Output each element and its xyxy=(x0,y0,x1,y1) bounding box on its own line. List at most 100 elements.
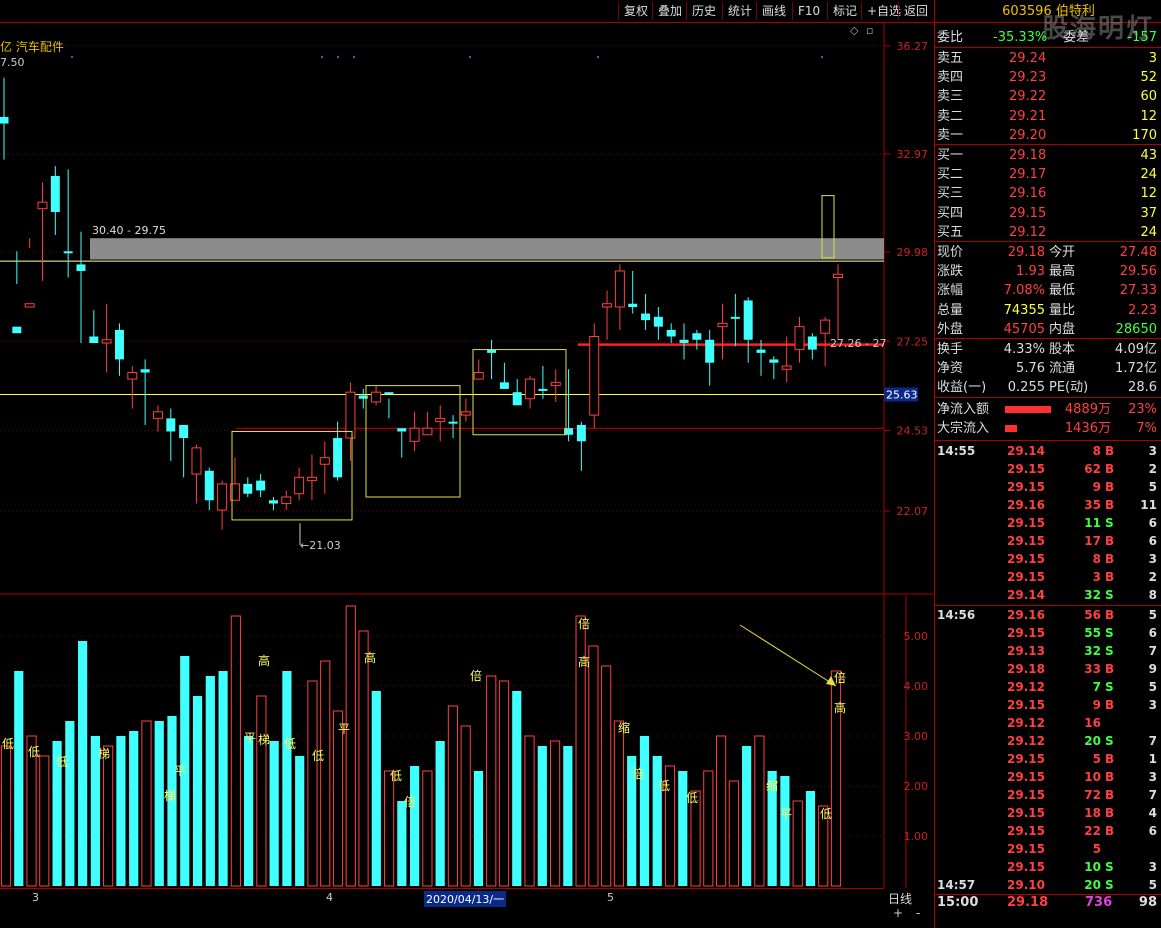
tick-volume: 56 xyxy=(1084,608,1101,622)
candle-body xyxy=(512,392,522,406)
current-price-tag: 25.63 xyxy=(886,388,918,401)
tick-row: 29.15 10 B 3 xyxy=(937,768,1159,786)
flow-bar xyxy=(1005,425,1017,433)
quote-label: 量比 xyxy=(1049,302,1076,318)
quote-label: 内盘 xyxy=(1049,321,1076,337)
bid-price: 29.12 xyxy=(1009,224,1047,240)
period-label[interactable]: 日线 xyxy=(888,890,912,907)
volume-bar xyxy=(780,776,790,886)
bid-label: 买五 xyxy=(937,224,964,240)
volume-bar xyxy=(690,790,701,887)
bid-volume: 43 xyxy=(1140,148,1157,163)
tick-side: B xyxy=(1105,770,1115,784)
volume-bar xyxy=(742,746,752,886)
volume-signal-label: 平 xyxy=(780,807,792,821)
bid-volume: 24 xyxy=(1140,167,1157,183)
tick-count: 3 xyxy=(1148,770,1157,784)
tick-time: 14:57 xyxy=(937,878,976,892)
tick-count: 3 xyxy=(1148,698,1157,712)
candle-body xyxy=(0,117,9,124)
volume-bar xyxy=(371,691,381,886)
tick-row-final: 15:00 29.18 736 98 xyxy=(937,894,1159,912)
volume-bar xyxy=(383,770,395,887)
volume-signal-label: 倍 xyxy=(404,794,416,809)
signal-dot xyxy=(353,56,355,58)
tick-side: S xyxy=(1105,516,1114,530)
tick-side: B xyxy=(1105,552,1115,566)
tick-side: B xyxy=(1105,608,1115,622)
mark-button[interactable]: 标记 xyxy=(827,2,862,20)
back-button[interactable]: 返回 xyxy=(898,2,933,20)
tick-row: 29.15 8 B 3 xyxy=(937,550,1159,568)
signal-dot xyxy=(71,56,73,58)
tick-price: 29.15 xyxy=(1007,552,1045,566)
volume-tick-label: 2.00 xyxy=(904,780,929,793)
tick-price: 29.15 xyxy=(1007,752,1045,766)
bid-price: 29.16 xyxy=(1009,186,1047,202)
tick-side: B xyxy=(1105,570,1115,584)
volume-bar xyxy=(0,745,12,887)
volume-signal-label: 低 xyxy=(686,791,698,805)
candle-body xyxy=(306,476,317,482)
volume-bar xyxy=(447,705,459,887)
tick-count: 5 xyxy=(1148,480,1157,494)
volume-bar xyxy=(512,691,522,886)
resistance-zone xyxy=(90,238,884,260)
overlay-button[interactable]: 叠加 xyxy=(652,2,687,20)
stats-button[interactable]: 统计 xyxy=(722,2,757,20)
bid-row: 买三 29.16 12 xyxy=(937,184,1159,203)
volume-bar xyxy=(192,696,203,886)
kline-chart-area[interactable]: 复权 叠加 历史 统计 画线 F10 标记 +自选 返回 ◇ ▫ 亿 汽车配件 … xyxy=(0,0,934,928)
candle-body xyxy=(101,339,112,344)
volume-signal-label: 倍 xyxy=(834,670,846,685)
tick-volume: 9 xyxy=(1092,698,1101,712)
tick-count: 6 xyxy=(1148,824,1157,838)
tick-row: 29.15 5 xyxy=(937,840,1159,858)
quote-label: 总量 xyxy=(937,302,964,318)
candle-body xyxy=(179,424,189,439)
candle-body xyxy=(550,381,561,387)
tick-side: S xyxy=(1105,878,1114,892)
f10-button[interactable]: F10 xyxy=(792,2,825,20)
candle-body xyxy=(460,411,471,416)
price-tick-label: 29.98 xyxy=(897,246,929,259)
volume-bar xyxy=(498,680,510,887)
candle-body xyxy=(756,349,766,353)
candle-body xyxy=(499,382,509,389)
candle-body xyxy=(833,273,843,279)
tick-price: 29.12 xyxy=(1007,680,1045,694)
tick-row: 29.15 22 B 6 xyxy=(937,822,1159,840)
quote-value: 29.18 xyxy=(1007,245,1045,260)
tick-volume: 16 xyxy=(1084,716,1101,730)
tick-time: 14:55 xyxy=(937,444,976,458)
history-button[interactable]: 历史 xyxy=(686,2,721,20)
trend-arrow xyxy=(739,624,837,687)
volume-bar xyxy=(435,741,445,886)
draw-line-button[interactable]: 画线 xyxy=(756,2,791,20)
tick-volume: 33 xyxy=(1084,662,1101,676)
ask-row: 卖一 29.20 170 xyxy=(937,126,1159,145)
volume-bar xyxy=(410,766,420,886)
fuquan-button[interactable]: 复权 xyxy=(618,2,653,20)
zoom-in-button[interactable]: + xyxy=(893,906,903,920)
quote-value: 2.23 xyxy=(1128,302,1157,318)
stats-label: 股本 xyxy=(1049,342,1076,357)
volume-tick-label: 3.00 xyxy=(904,730,929,743)
volume-bar xyxy=(295,756,305,886)
ask-label: 卖一 xyxy=(937,127,964,143)
tick-row: 14:55 29.14 8 B 3 xyxy=(937,442,1159,460)
stats-value: 5.76 xyxy=(1016,361,1045,377)
candle-body xyxy=(37,201,48,210)
tick-row: 14:56 29.16 56 B 5 xyxy=(937,606,1159,624)
chart-canvas[interactable]: 36.27 32.97 29.98 27.25 24.53 22.07 5.00 4.00 3.… xyxy=(0,22,934,888)
zoom-out-button[interactable]: - xyxy=(916,906,920,920)
volume-signal-label: 高 xyxy=(364,650,376,665)
volume-signal-label: 低 xyxy=(390,769,402,783)
volume-bar xyxy=(524,735,535,887)
ask-volume: 12 xyxy=(1140,108,1157,124)
tick-count: 7 xyxy=(1148,788,1157,802)
tick-volume: 72 xyxy=(1084,788,1101,802)
tick-volume: 32 xyxy=(1084,588,1101,602)
candle-body xyxy=(730,316,740,319)
candle-body xyxy=(435,417,446,423)
